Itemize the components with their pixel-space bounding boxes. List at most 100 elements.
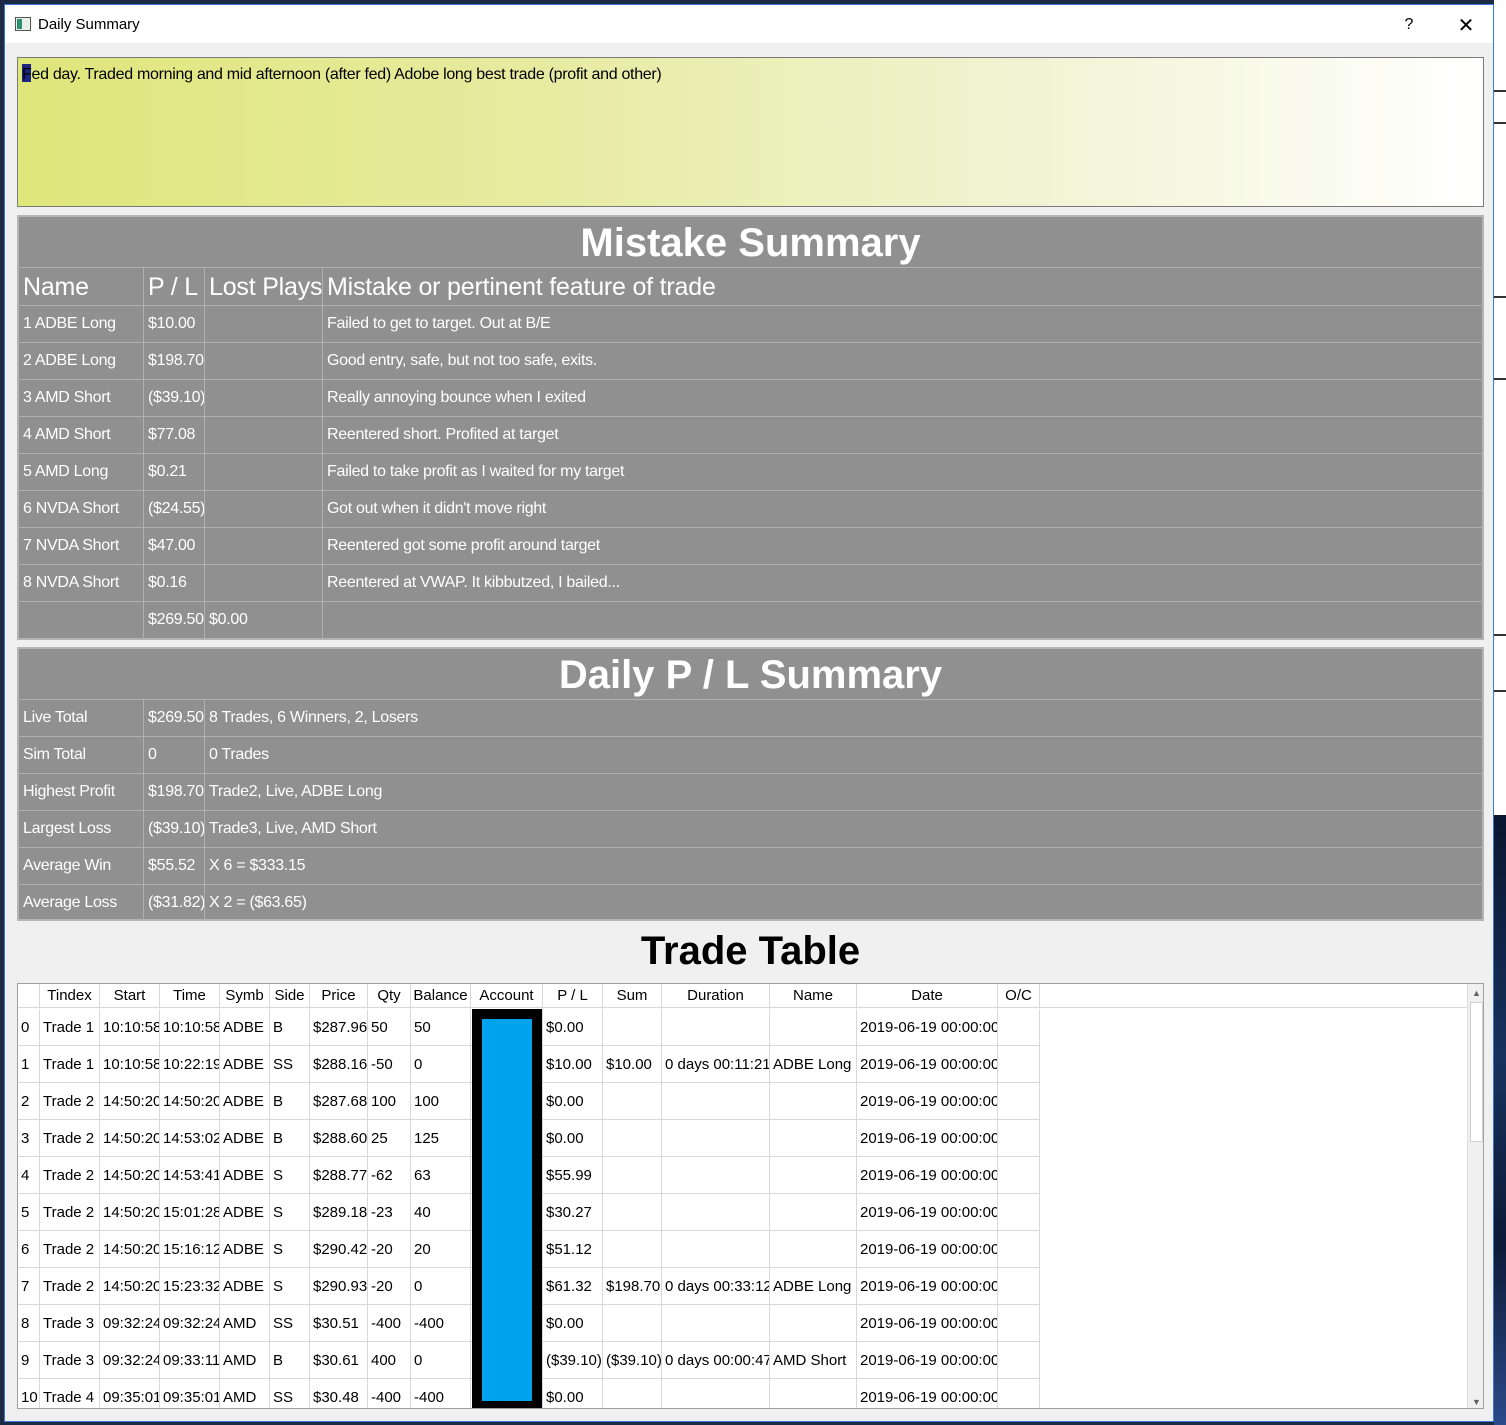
cell-balance[interactable]: 63 (411, 1157, 471, 1194)
cell-exec-time[interactable]: 14:53:02 (160, 1120, 220, 1157)
cell-date[interactable]: 2019-06-19 00:00:00 (857, 1268, 998, 1305)
cell-qty[interactable]: -62 (368, 1157, 411, 1194)
cell-exec-time[interactable]: 15:01:28 (160, 1194, 220, 1231)
cell-sum[interactable] (603, 1009, 662, 1046)
cell-row-index[interactable]: 7 (18, 1268, 40, 1305)
cell-balance[interactable]: 0 (411, 1268, 471, 1305)
cell-pl[interactable]: $61.32 (543, 1268, 603, 1305)
cell-row-index[interactable]: 9 (18, 1342, 40, 1379)
cell-price[interactable]: $30.51 (310, 1305, 368, 1342)
cell-row-index[interactable]: 3 (18, 1120, 40, 1157)
cell-duration[interactable] (662, 1194, 770, 1231)
cell-sum[interactable]: $10.00 (603, 1046, 662, 1083)
cell-date[interactable]: 2019-06-19 00:00:00 (857, 1231, 998, 1268)
cell-price[interactable]: $288.60 (310, 1120, 368, 1157)
cell-balance[interactable]: -400 (411, 1305, 471, 1342)
column-header-open-close[interactable]: O/C (998, 984, 1040, 1008)
cell-side[interactable]: SS (270, 1305, 310, 1342)
cell-pl[interactable]: $0.00 (543, 1379, 603, 1408)
cell-duration[interactable]: 0 days 00:00:47 (662, 1342, 770, 1379)
cell-balance[interactable]: 40 (411, 1194, 471, 1231)
cell-exec-time[interactable]: 15:23:32 (160, 1268, 220, 1305)
cell-price[interactable]: $288.16 (310, 1046, 368, 1083)
cell-open-close[interactable] (998, 1009, 1040, 1046)
cell-sum[interactable] (603, 1231, 662, 1268)
cell-open-close[interactable] (998, 1342, 1040, 1379)
cell-symbol[interactable]: ADBE (220, 1009, 270, 1046)
cell-trade-name[interactable] (770, 1009, 857, 1046)
cell-qty[interactable]: 50 (368, 1009, 411, 1046)
cell-pl[interactable]: ($39.10) (543, 1342, 603, 1379)
column-header-price[interactable]: Price (310, 984, 368, 1008)
cell-symbol[interactable]: ADBE (220, 1083, 270, 1120)
table-row[interactable]: 3 Trade 2 14:50:20 14:53:02 ADBE B $288.60 25 12… (18, 1120, 1467, 1157)
table-row[interactable]: 0 Trade 1 10:10:58 10:10:58 ADBE B $287.96 50 50… (18, 1009, 1467, 1046)
cell-qty[interactable]: -20 (368, 1268, 411, 1305)
cell-tindex[interactable]: Trade 1 (40, 1046, 100, 1083)
cell-balance[interactable]: 0 (411, 1342, 471, 1379)
column-header-exec-time[interactable]: Time (160, 984, 220, 1008)
scroll-down-icon[interactable]: ▼ (1468, 1393, 1483, 1408)
cell-tindex[interactable]: Trade 3 (40, 1305, 100, 1342)
cell-sum[interactable] (603, 1379, 662, 1408)
cell-qty[interactable]: -400 (368, 1379, 411, 1408)
cell-price[interactable]: $290.93 (310, 1268, 368, 1305)
cell-symbol[interactable]: AMD (220, 1305, 270, 1342)
cell-row-index[interactable]: 8 (18, 1305, 40, 1342)
cell-start-time[interactable]: 14:50:20 (100, 1194, 160, 1231)
cell-side[interactable]: S (270, 1194, 310, 1231)
cell-start-time[interactable]: 09:35:01 (100, 1379, 160, 1408)
cell-pl[interactable]: $30.27 (543, 1194, 603, 1231)
cell-tindex[interactable]: Trade 3 (40, 1342, 100, 1379)
cell-open-close[interactable] (998, 1120, 1040, 1157)
cell-qty[interactable]: 400 (368, 1342, 411, 1379)
cell-symbol[interactable]: ADBE (220, 1231, 270, 1268)
cell-price[interactable]: $287.96 (310, 1009, 368, 1046)
close-button[interactable]: ✕ (1438, 9, 1494, 41)
scroll-up-icon[interactable]: ▲ (1468, 984, 1483, 1001)
cell-tindex[interactable]: Trade 1 (40, 1009, 100, 1046)
cell-row-index[interactable]: 4 (18, 1157, 40, 1194)
cell-exec-time[interactable]: 09:35:01 (160, 1379, 220, 1408)
cell-trade-name[interactable]: ADBE Long (770, 1046, 857, 1083)
cell-symbol[interactable]: AMD (220, 1342, 270, 1379)
notes-editor[interactable]: Fed day. Traded morning and mid afternoo… (17, 57, 1484, 207)
cell-price[interactable]: $288.77 (310, 1157, 368, 1194)
cell-duration[interactable] (662, 1231, 770, 1268)
cell-start-time[interactable]: 09:32:24 (100, 1342, 160, 1379)
cell-date[interactable]: 2019-06-19 00:00:00 (857, 1379, 998, 1408)
cell-exec-time[interactable]: 10:10:58 (160, 1009, 220, 1046)
cell-sum[interactable] (603, 1305, 662, 1342)
cell-qty[interactable]: -20 (368, 1231, 411, 1268)
cell-balance[interactable]: 0 (411, 1046, 471, 1083)
cell-open-close[interactable] (998, 1305, 1040, 1342)
cell-date[interactable]: 2019-06-19 00:00:00 (857, 1342, 998, 1379)
cell-side[interactable]: SS (270, 1046, 310, 1083)
cell-exec-time[interactable]: 09:33:11 (160, 1342, 220, 1379)
cell-symbol[interactable]: ADBE (220, 1194, 270, 1231)
table-row[interactable]: 1 Trade 1 10:10:58 10:22:19 ADBE SS $288.16 -50… (18, 1046, 1467, 1083)
cell-start-time[interactable]: 14:50:20 (100, 1157, 160, 1194)
cell-start-time[interactable]: 14:50:20 (100, 1120, 160, 1157)
cell-tindex[interactable]: Trade 2 (40, 1231, 100, 1268)
cell-open-close[interactable] (998, 1379, 1040, 1408)
cell-pl[interactable]: $0.00 (543, 1009, 603, 1046)
cell-duration[interactable] (662, 1157, 770, 1194)
cell-qty[interactable]: 100 (368, 1083, 411, 1120)
cell-start-time[interactable]: 10:10:58 (100, 1046, 160, 1083)
cell-date[interactable]: 2019-06-19 00:00:00 (857, 1157, 998, 1194)
cell-duration[interactable] (662, 1379, 770, 1408)
cell-side[interactable]: S (270, 1231, 310, 1268)
cell-balance[interactable]: 50 (411, 1009, 471, 1046)
cell-date[interactable]: 2019-06-19 00:00:00 (857, 1120, 998, 1157)
cell-trade-name[interactable] (770, 1083, 857, 1120)
cell-pl[interactable]: $0.00 (543, 1083, 603, 1120)
cell-open-close[interactable] (998, 1083, 1040, 1120)
help-button[interactable]: ? (1380, 9, 1438, 41)
cell-balance[interactable]: -400 (411, 1379, 471, 1408)
column-header-pl[interactable]: P / L (543, 984, 603, 1008)
cell-pl[interactable]: $10.00 (543, 1046, 603, 1083)
table-row[interactable]: 7 Trade 2 14:50:20 15:23:32 ADBE S $290.93 -20 0… (18, 1268, 1467, 1305)
trade-table[interactable]: Tindex Start Time Symb Side Price Qty Balance Ac… (17, 983, 1484, 1409)
table-row[interactable]: 6 Trade 2 14:50:20 15:16:12 ADBE S $290.42 -20 2… (18, 1231, 1467, 1268)
